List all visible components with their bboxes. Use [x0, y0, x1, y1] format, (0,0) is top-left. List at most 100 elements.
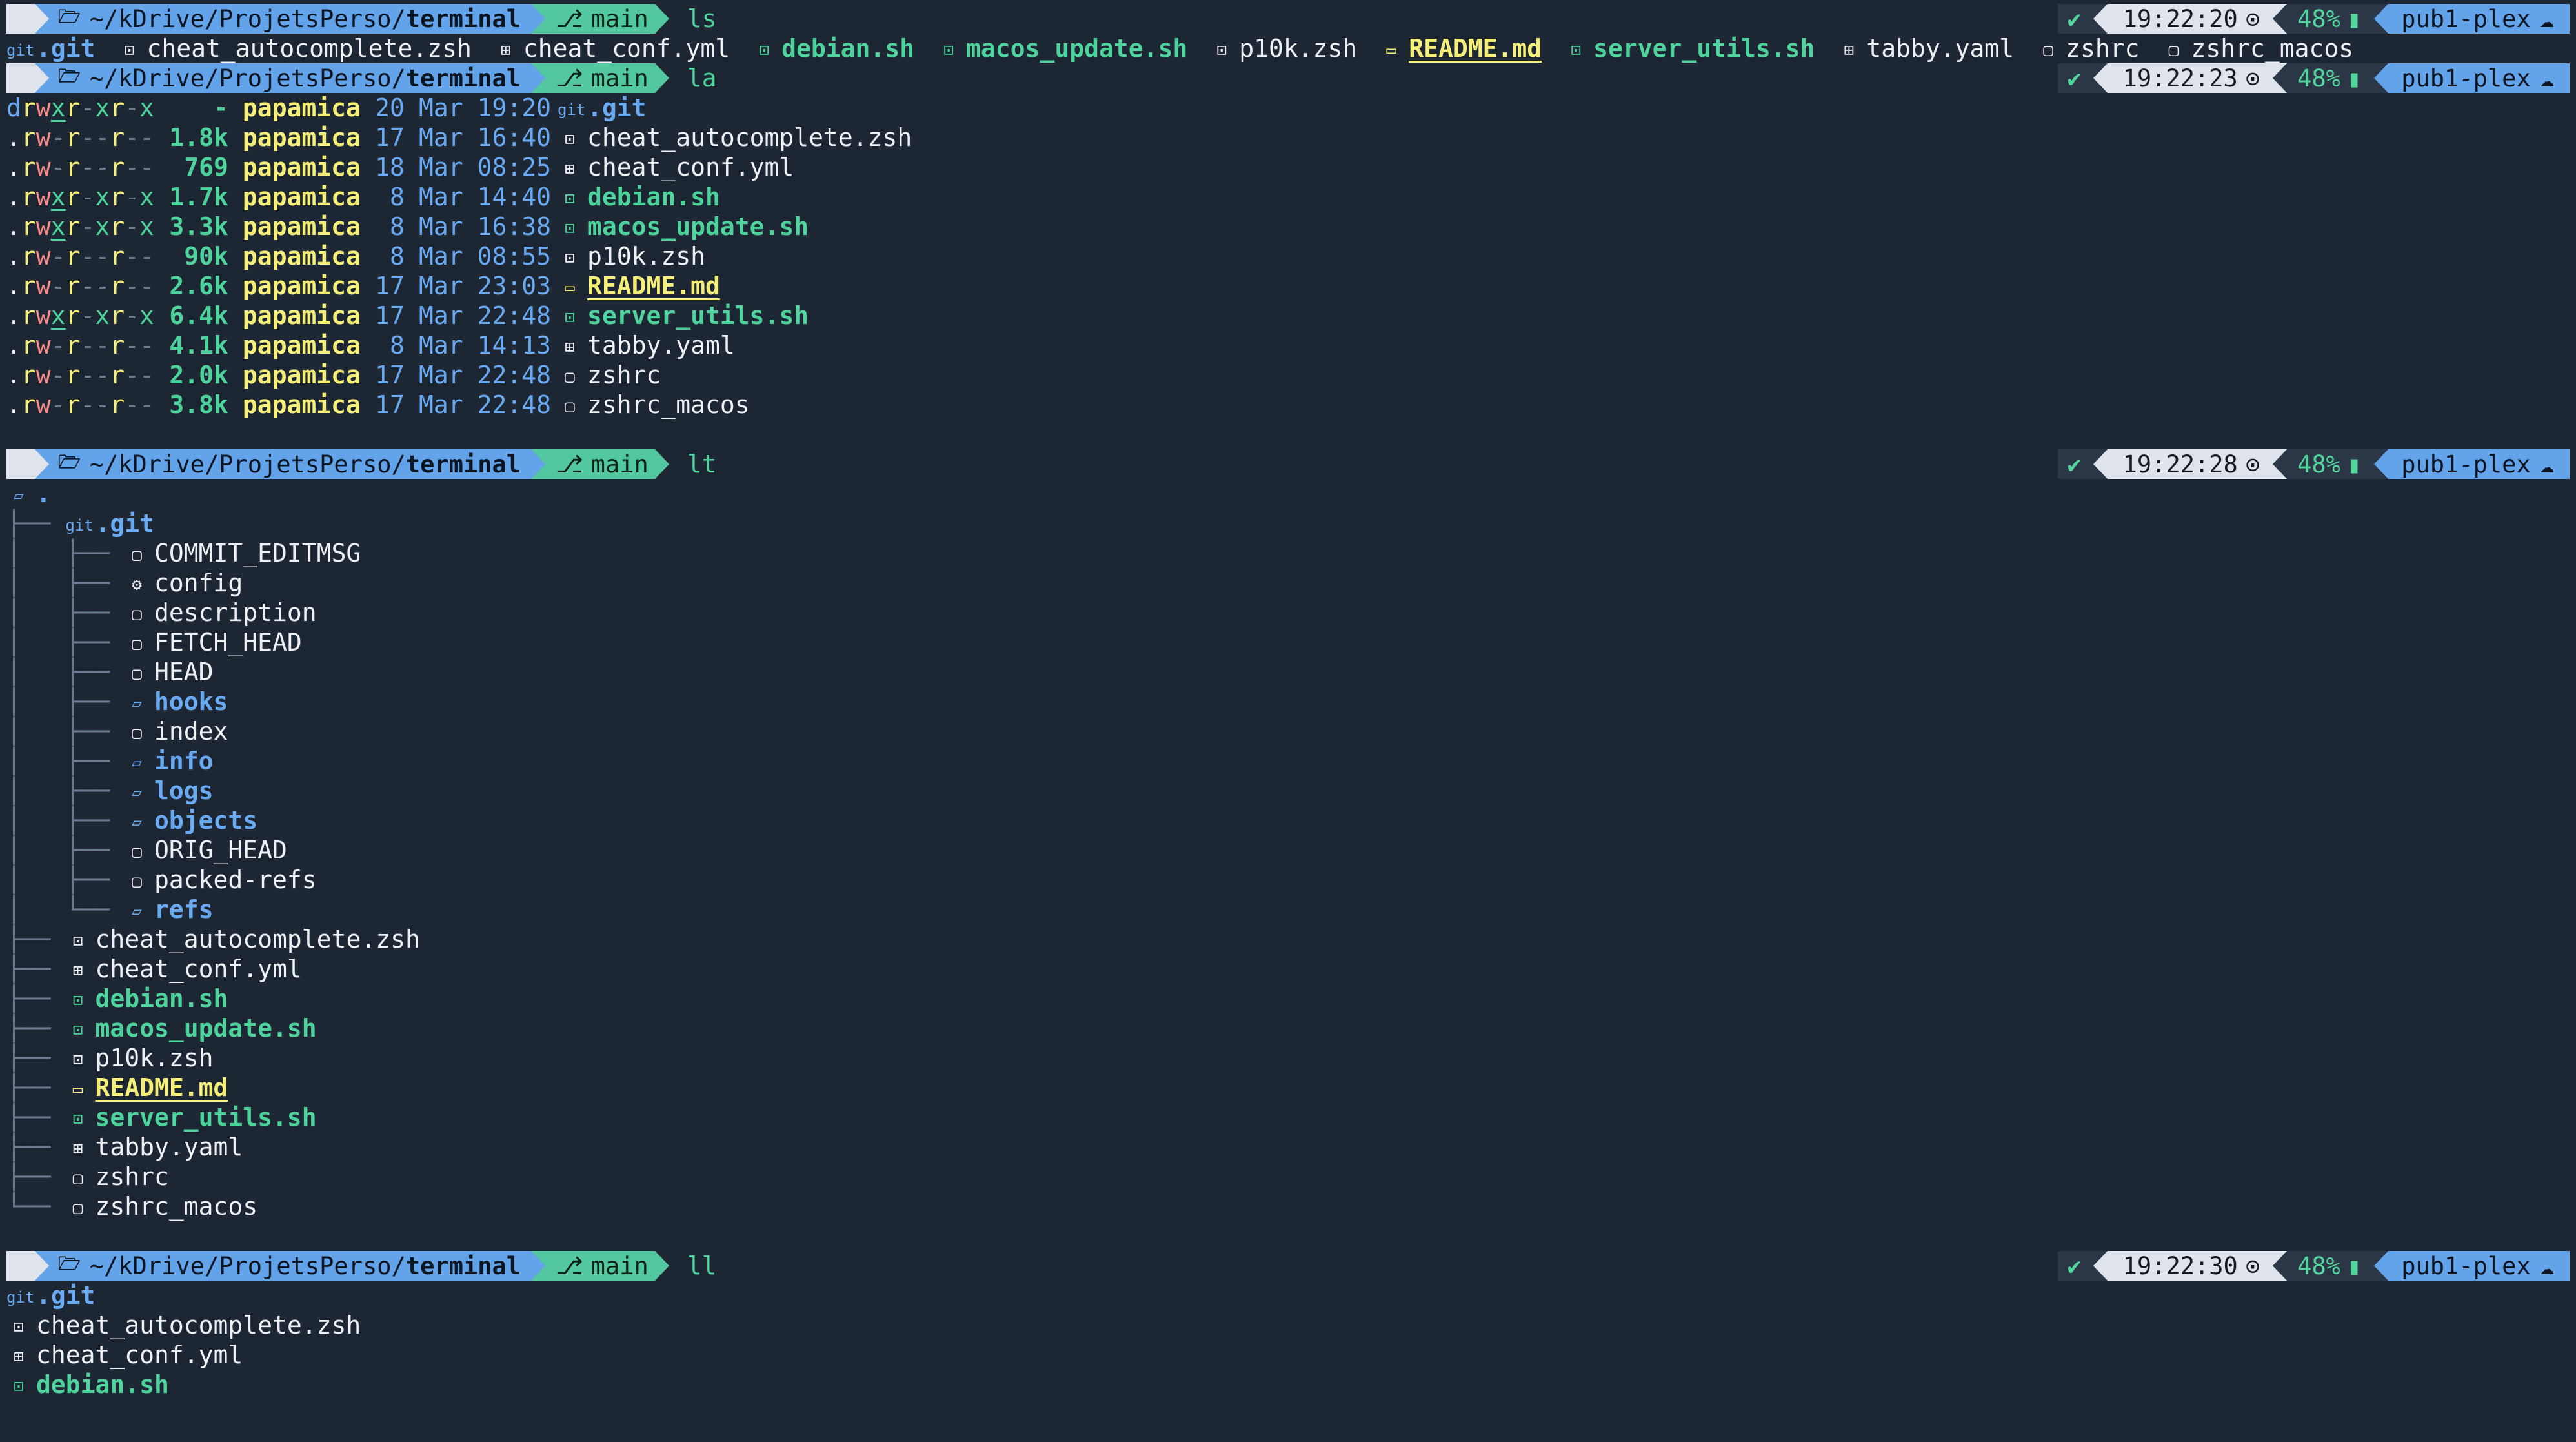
file-name[interactable]: zshrc_macos: [587, 391, 750, 419]
tree-entry[interactable]: ▢ description: [125, 598, 317, 629]
file-name[interactable]: zshrc_macos: [96, 1192, 258, 1221]
file-name[interactable]: debian.sh: [96, 984, 228, 1013]
file-name[interactable]: description: [154, 598, 317, 627]
tree-entry[interactable]: ⊞ cheat_conf.yml: [66, 954, 302, 986]
tree-entry[interactable]: ⊡ debian.sh: [66, 984, 228, 1015]
file-name[interactable]: .git: [36, 1281, 96, 1310]
file-name[interactable]: COMMIT_EDITMSG: [154, 539, 361, 567]
file-name[interactable]: refs: [154, 895, 214, 924]
file-name[interactable]: debian.sh: [587, 183, 720, 211]
file-name[interactable]: tabby.yaml: [1866, 34, 2014, 63]
tree-entry[interactable]: ⊞ tabby.yaml: [66, 1132, 243, 1164]
tree-root[interactable]: .: [36, 479, 51, 509]
file-name[interactable]: FETCH_HEAD: [154, 628, 302, 656]
tree-entry[interactable]: ▢ HEAD: [125, 657, 214, 689]
file-name[interactable]: HEAD: [154, 658, 214, 686]
tree-entry[interactable]: ▢ packed-refs: [125, 865, 317, 897]
file-name[interactable]: tabby.yaml: [587, 331, 735, 360]
tree-entry[interactable]: ▱ info: [125, 746, 214, 778]
file-name[interactable]: README.md: [587, 272, 720, 300]
file-name[interactable]: index: [154, 717, 228, 746]
tree-entry[interactable]: ▢ zshrc_macos: [66, 1192, 258, 1223]
file-name[interactable]: macos_update.sh: [966, 34, 1187, 63]
ls-entry[interactable]: ⊡ debian.sh: [752, 34, 914, 65]
la-entry[interactable]: ⊡ debian.sh: [558, 182, 720, 214]
file-name[interactable]: zshrc_macos: [2191, 34, 2354, 63]
file-name[interactable]: ORIG_HEAD: [154, 836, 287, 864]
file-name[interactable]: debian.sh: [781, 34, 914, 63]
ls-entry[interactable]: ⊡ cheat_autocomplete.zsh: [117, 34, 472, 65]
tree-entry[interactable]: ▱ hooks: [125, 687, 228, 718]
file-name[interactable]: config: [154, 569, 243, 597]
la-entry[interactable]: git.git: [558, 93, 647, 125]
file-name[interactable]: README.md: [96, 1073, 228, 1102]
file-name[interactable]: README.md: [1409, 34, 1542, 63]
file-name[interactable]: .git: [96, 509, 155, 538]
file-name[interactable]: hooks: [154, 687, 228, 716]
la-entry[interactable]: ⊡ p10k.zsh: [558, 241, 705, 273]
file-name[interactable]: macos_update.sh: [96, 1014, 317, 1042]
file-name[interactable]: cheat_conf.yml: [96, 955, 302, 983]
tree-entry[interactable]: ▢ zshrc: [66, 1162, 169, 1193]
tree-entry[interactable]: ⊡ macos_update.sh: [66, 1013, 317, 1045]
tree-entry[interactable]: ▢ COMMIT_EDITMSG: [125, 538, 361, 570]
file-name[interactable]: objects: [154, 806, 257, 835]
file-name[interactable]: debian.sh: [36, 1370, 169, 1399]
file-name[interactable]: p10k.zsh: [587, 242, 705, 270]
file-name[interactable]: info: [154, 747, 214, 775]
file-name[interactable]: macos_update.sh: [587, 212, 809, 241]
tree-entry[interactable]: git.git: [66, 509, 155, 540]
tree-entry[interactable]: ⊡ cheat_autocomplete.zsh: [66, 924, 420, 956]
tree-entry[interactable]: ⊡ server_utils.sh: [66, 1102, 317, 1134]
ll-entry[interactable]: ⊡ debian.sh: [6, 1370, 169, 1401]
ls-entry[interactable]: ⊡ macos_update.sh: [936, 34, 1187, 65]
tree-entry[interactable]: ▱ logs: [125, 776, 214, 807]
tree-entry[interactable]: ▢ index: [125, 716, 228, 748]
ls-entry[interactable]: ▢ zshrc: [2036, 34, 2139, 65]
file-name[interactable]: cheat_conf.yml: [523, 34, 730, 63]
file-name[interactable]: tabby.yaml: [96, 1133, 243, 1161]
tree-entry[interactable]: ▭ README.md: [66, 1073, 228, 1104]
file-name[interactable]: .git: [36, 34, 96, 63]
ls-entry[interactable]: ▭ README.md: [1379, 34, 1542, 65]
la-entry[interactable]: ⊞ tabby.yaml: [558, 330, 735, 362]
tree-entry[interactable]: ▱ objects: [125, 806, 257, 837]
file-name[interactable]: zshrc: [2066, 34, 2139, 63]
la-entry[interactable]: ⊡ macos_update.sh: [558, 212, 809, 243]
ll-entry[interactable]: git.git: [6, 1281, 96, 1312]
ll-entry[interactable]: ⊡ cheat_autocomplete.zsh: [6, 1310, 361, 1342]
file-name[interactable]: cheat_conf.yml: [587, 153, 794, 181]
ls-entry[interactable]: ▢ zshrc_macos: [2162, 34, 2354, 65]
file-name[interactable]: p10k.zsh: [1239, 34, 1357, 63]
tree-entry[interactable]: ⚙ config: [125, 568, 243, 600]
ls-entry[interactable]: ⊡ server_utils.sh: [1564, 34, 1815, 65]
file-name[interactable]: cheat_autocomplete.zsh: [147, 34, 472, 63]
la-entry[interactable]: ▭ README.md: [558, 271, 720, 303]
la-entry[interactable]: ⊡ server_utils.sh: [558, 301, 809, 332]
file-name[interactable]: .git: [587, 94, 647, 122]
file-name[interactable]: logs: [154, 777, 214, 805]
file-name[interactable]: cheat_conf.yml: [36, 1341, 243, 1369]
ls-entry[interactable]: ⊞ tabby.yaml: [1836, 34, 2015, 65]
tree-entry[interactable]: ⊡ p10k.zsh: [66, 1043, 214, 1075]
la-entry[interactable]: ▢ zshrc: [558, 360, 661, 392]
la-entry[interactable]: ▢ zshrc_macos: [558, 390, 750, 421]
tree-entry[interactable]: ▢ ORIG_HEAD: [125, 835, 287, 867]
file-name[interactable]: server_utils.sh: [1593, 34, 1815, 63]
file-name[interactable]: cheat_autocomplete.zsh: [96, 925, 420, 953]
file-name[interactable]: cheat_autocomplete.zsh: [36, 1311, 361, 1339]
tree-entry[interactable]: ▱ refs: [125, 895, 214, 926]
ll-entry[interactable]: ⊞ cheat_conf.yml: [6, 1340, 243, 1372]
file-name[interactable]: cheat_autocomplete.zsh: [587, 123, 912, 152]
file-name[interactable]: zshrc: [96, 1163, 169, 1191]
file-name[interactable]: zshrc: [587, 361, 661, 389]
file-name[interactable]: p10k.zsh: [96, 1044, 214, 1072]
file-name[interactable]: packed-refs: [154, 866, 317, 894]
ls-entry[interactable]: ⊡ p10k.zsh: [1209, 34, 1357, 65]
file-name[interactable]: server_utils.sh: [96, 1103, 317, 1132]
ls-entry[interactable]: ⊞ cheat_conf.yml: [494, 34, 730, 65]
file-name[interactable]: server_utils.sh: [587, 301, 809, 330]
ls-entry[interactable]: git.git: [6, 34, 96, 65]
terminal-window[interactable]: 🗁 ~/kDrive/ProjetsPerso/terminal ⎇ main ls ✔ 1…: [0, 0, 2576, 1442]
la-entry[interactable]: ⊞ cheat_conf.yml: [558, 152, 794, 184]
